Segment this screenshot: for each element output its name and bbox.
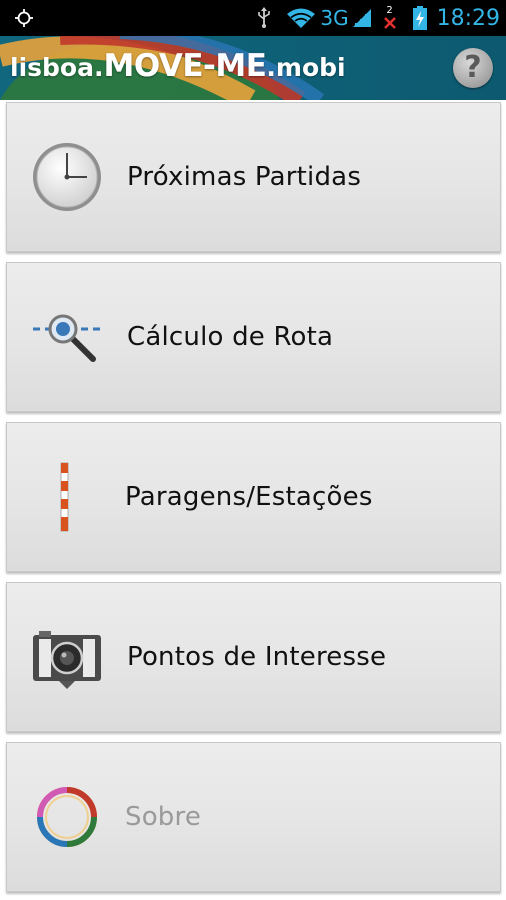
help-icon: ? <box>464 50 482 85</box>
usb-icon <box>256 7 272 29</box>
no-sim-icon: 2 <box>383 6 397 30</box>
menu-item-label: Próximas Partidas <box>127 162 362 192</box>
menu-item-pontos-de-interesse[interactable]: Pontos de Interesse <box>6 582 501 732</box>
gps-icon <box>14 8 34 28</box>
menu-item-label: Paragens/Estações <box>125 482 373 512</box>
logo-prefix: lisboa. <box>10 53 104 82</box>
stop-pole-icon <box>29 459 105 535</box>
menu-item-sobre[interactable]: Sobre <box>6 742 501 892</box>
menu-item-label: Cálculo de Rota <box>127 322 334 352</box>
app-logo: lisboa. MOVE-ME .mobi <box>10 48 346 88</box>
clock-icon <box>29 139 105 215</box>
help-button[interactable]: ? <box>453 48 493 88</box>
network-type-label: 3G <box>320 6 349 30</box>
main-menu: Próximas Partidas Cálculo de Rota Parage… <box>0 100 506 900</box>
menu-item-label: Sobre <box>125 802 202 832</box>
battery-charging-icon <box>412 6 427 30</box>
logo-main: MOVE-ME <box>103 48 267 84</box>
status-time: 18:29 <box>436 5 500 31</box>
route-search-icon <box>29 299 105 375</box>
ring-logo-icon <box>29 779 105 855</box>
status-bar: 3G 2 18:29 <box>0 0 506 36</box>
menu-item-proximas-partidas[interactable]: Próximas Partidas <box>6 102 501 252</box>
app-header: lisboa. MOVE-ME .mobi ? <box>0 36 506 100</box>
signal-icon <box>351 7 373 29</box>
notification-count: 2 <box>386 5 393 16</box>
wifi-icon <box>286 7 316 29</box>
menu-item-calculo-de-rota[interactable]: Cálculo de Rota <box>6 262 501 412</box>
camera-icon <box>29 619 105 695</box>
menu-item-label: Pontos de Interesse <box>127 642 387 672</box>
logo-suffix: .mobi <box>266 53 346 82</box>
menu-item-paragens-estacoes[interactable]: Paragens/Estações <box>6 422 501 572</box>
